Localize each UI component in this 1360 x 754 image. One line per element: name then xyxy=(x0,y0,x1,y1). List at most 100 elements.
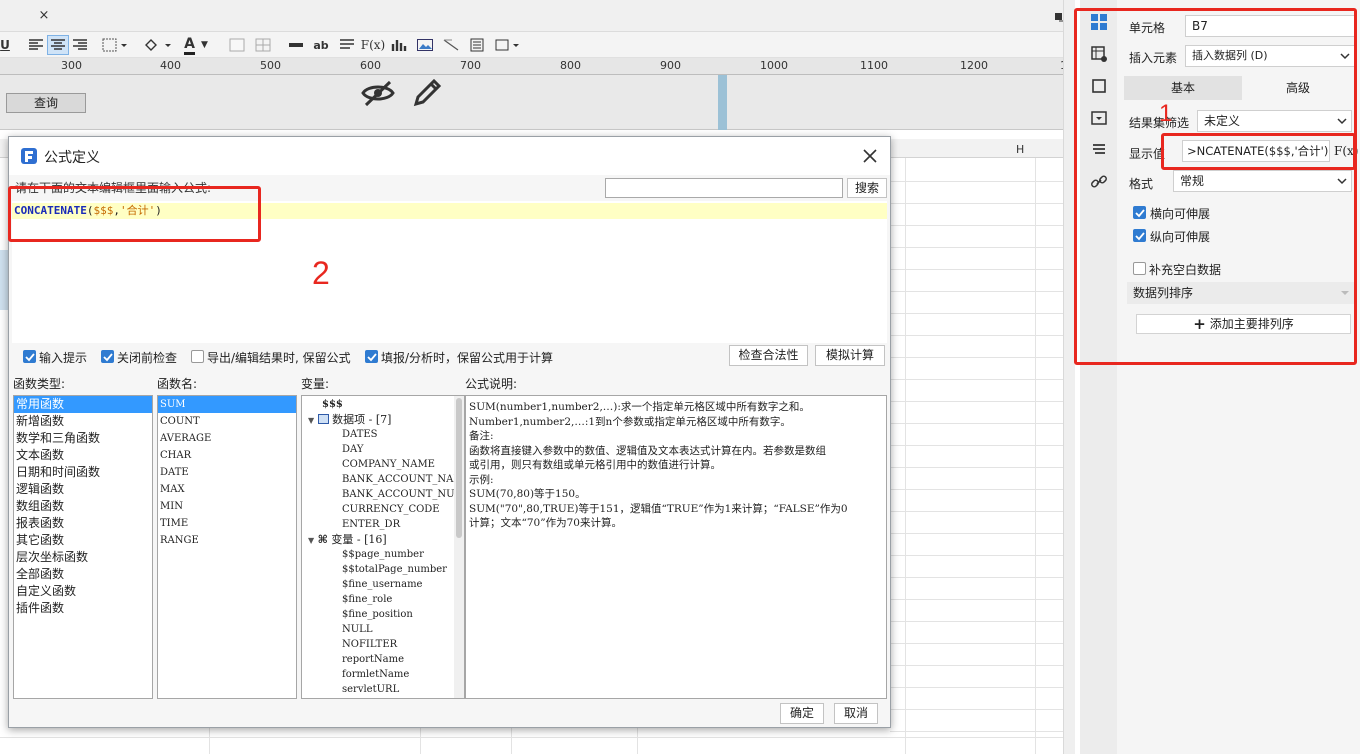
description-title: 公式说明: xyxy=(465,377,518,391)
function-name-list[interactable]: SUM COUNT AVERAGE CHAR DATE MAX MIN TIME… xyxy=(157,395,297,699)
description-line: 备注: xyxy=(469,430,494,442)
tree-item[interactable]: COMPANY_NAME xyxy=(342,457,464,472)
list-item[interactable]: AVERAGE xyxy=(158,430,296,447)
tree-item[interactable]: $$totalPage_number xyxy=(342,562,464,577)
function-search-input[interactable] xyxy=(605,178,843,198)
frame-icon[interactable] xyxy=(494,35,522,55)
list-item[interactable]: 数学和三角函数 xyxy=(14,430,152,447)
list-item[interactable]: 插件函数 xyxy=(14,600,152,617)
list-item[interactable]: 层次坐标函数 xyxy=(14,549,152,566)
tree-item[interactable]: $fine_role xyxy=(342,592,464,607)
tree-item[interactable]: $fine_username xyxy=(342,577,464,592)
text-wrap-icon[interactable] xyxy=(338,35,356,55)
keep-formula-fill-label: 填报/分析时，保留公式用于计算 xyxy=(381,351,554,365)
text-icon[interactable]: ab xyxy=(312,35,330,55)
list-item[interactable]: TIME xyxy=(158,515,296,532)
tree-item[interactable]: NOFILTER xyxy=(342,637,464,652)
list-item[interactable]: MIN xyxy=(158,498,296,515)
list-item[interactable]: DATE xyxy=(158,464,296,481)
list-item[interactable]: 数组函数 xyxy=(14,498,152,515)
list-item[interactable]: 全部函数 xyxy=(14,566,152,583)
tree-item[interactable]: BANK_ACCOUNT_NAME xyxy=(342,472,464,487)
function-type-list[interactable]: 常用函数 新增函数 数学和三角函数 文本函数 日期和时间函数 逻辑函数 数组函数… xyxy=(13,395,153,699)
underline-icon[interactable]: U xyxy=(0,35,10,55)
tree-group-label: 数据项 - [7] xyxy=(332,413,392,426)
tab-bar xyxy=(0,0,1075,32)
align-center-icon[interactable] xyxy=(47,35,69,55)
hide-eye-icon[interactable] xyxy=(360,78,396,108)
keep-formula-fill-checkbox[interactable] xyxy=(365,350,378,363)
query-button[interactable]: 查询 xyxy=(6,93,86,113)
merge-cells-icon[interactable] xyxy=(228,35,246,55)
tree-item[interactable]: reportName xyxy=(342,652,464,667)
tree-item[interactable]: BANK_ACCOUNT_NUM xyxy=(342,487,464,502)
list-item[interactable]: COUNT xyxy=(158,413,296,430)
grid-line xyxy=(890,599,1063,600)
description-line: 计算；文本“70”作为70来计算。 xyxy=(469,517,622,529)
grid-line xyxy=(890,401,1063,402)
grid-line xyxy=(890,445,1063,446)
grid-line xyxy=(890,621,1063,622)
ok-button[interactable]: 确定 xyxy=(780,703,824,724)
input-hint-checkbox[interactable] xyxy=(23,350,36,363)
border-icon[interactable] xyxy=(102,35,128,55)
slash-icon[interactable] xyxy=(442,35,460,55)
split-cells-icon[interactable] xyxy=(254,35,272,55)
align-right-icon[interactable] xyxy=(72,35,88,55)
list-item[interactable]: 新增函数 xyxy=(14,413,152,430)
align-left-icon[interactable] xyxy=(28,35,44,55)
annotation-box-2 xyxy=(8,186,261,242)
grid-line xyxy=(420,728,421,754)
row-height-icon[interactable] xyxy=(287,35,305,55)
tree-root[interactable]: $$$ xyxy=(322,397,464,412)
search-button[interactable]: 搜索 xyxy=(847,178,887,198)
grid-line xyxy=(890,687,1063,688)
scroll-thumb[interactable] xyxy=(456,398,462,538)
list-item[interactable]: RANGE xyxy=(158,532,296,549)
tree-item[interactable]: $$page_number xyxy=(342,547,464,562)
tab-close-icon[interactable]: × xyxy=(37,9,51,23)
list-item[interactable]: MAX xyxy=(158,481,296,498)
list-item[interactable]: 自定义函数 xyxy=(14,583,152,600)
font-color-icon[interactable]: A ▼ xyxy=(181,35,211,55)
tree-item[interactable]: formletName xyxy=(342,667,464,682)
pencil-icon[interactable] xyxy=(410,78,446,108)
input-hint-label: 输入提示 xyxy=(39,351,88,365)
tree-group-variables[interactable]: ▼ ⌘ 变量 - [16] xyxy=(308,532,464,547)
grid-line xyxy=(890,291,1063,292)
tree-item[interactable]: DAY xyxy=(342,442,464,457)
chart-icon[interactable] xyxy=(390,35,408,55)
formula-icon[interactable]: F(x) xyxy=(361,35,385,55)
description-line: SUM(70,80)等于150。 xyxy=(469,488,586,500)
tree-item[interactable]: CURRENCY_CODE xyxy=(342,502,464,517)
tree-group-data[interactable]: ▼ 数据项 - [7] xyxy=(308,412,464,427)
list-item[interactable]: 文本函数 xyxy=(14,447,152,464)
tree-item[interactable]: DATES xyxy=(342,427,464,442)
check-on-close-checkbox[interactable] xyxy=(101,350,114,363)
variable-icon: ⌘ xyxy=(317,533,328,546)
list-item[interactable]: 逻辑函数 xyxy=(14,481,152,498)
list-item[interactable]: 其它函数 xyxy=(14,532,152,549)
list-item[interactable]: SUM xyxy=(158,396,296,413)
simulate-button[interactable]: 模拟计算 xyxy=(815,345,885,366)
cancel-button[interactable]: 取消 xyxy=(834,703,878,724)
tree-item[interactable]: $fine_position xyxy=(342,607,464,622)
tree-item[interactable]: NULL xyxy=(342,622,464,637)
list-item[interactable]: CHAR xyxy=(158,447,296,464)
list-item[interactable]: 常用函数 xyxy=(14,396,152,413)
list-item[interactable]: 报表函数 xyxy=(14,515,152,532)
tree-item[interactable]: servletURL xyxy=(342,682,464,697)
tree-item[interactable]: ENTER_DR xyxy=(342,517,464,532)
keep-formula-export-checkbox[interactable] xyxy=(191,350,204,363)
fill-color-icon[interactable] xyxy=(143,35,173,55)
subreport-icon[interactable] xyxy=(468,35,486,55)
close-icon[interactable] xyxy=(859,145,881,167)
tree-scrollbar[interactable] xyxy=(454,396,464,698)
check-validity-button[interactable]: 检查合法性 xyxy=(729,345,808,366)
grid-line xyxy=(890,555,1063,556)
image-icon[interactable] xyxy=(416,35,434,55)
variable-tree[interactable]: $$$ ▼ 数据项 - [7] DATES DAY COMPANY_NAME B… xyxy=(301,395,465,699)
list-item[interactable]: 日期和时间函数 xyxy=(14,464,152,481)
ruler-mark: 1100 xyxy=(860,59,888,72)
description-line: 或引用，则只有数组或单元格引用中的数值进行计算。 xyxy=(469,459,721,471)
